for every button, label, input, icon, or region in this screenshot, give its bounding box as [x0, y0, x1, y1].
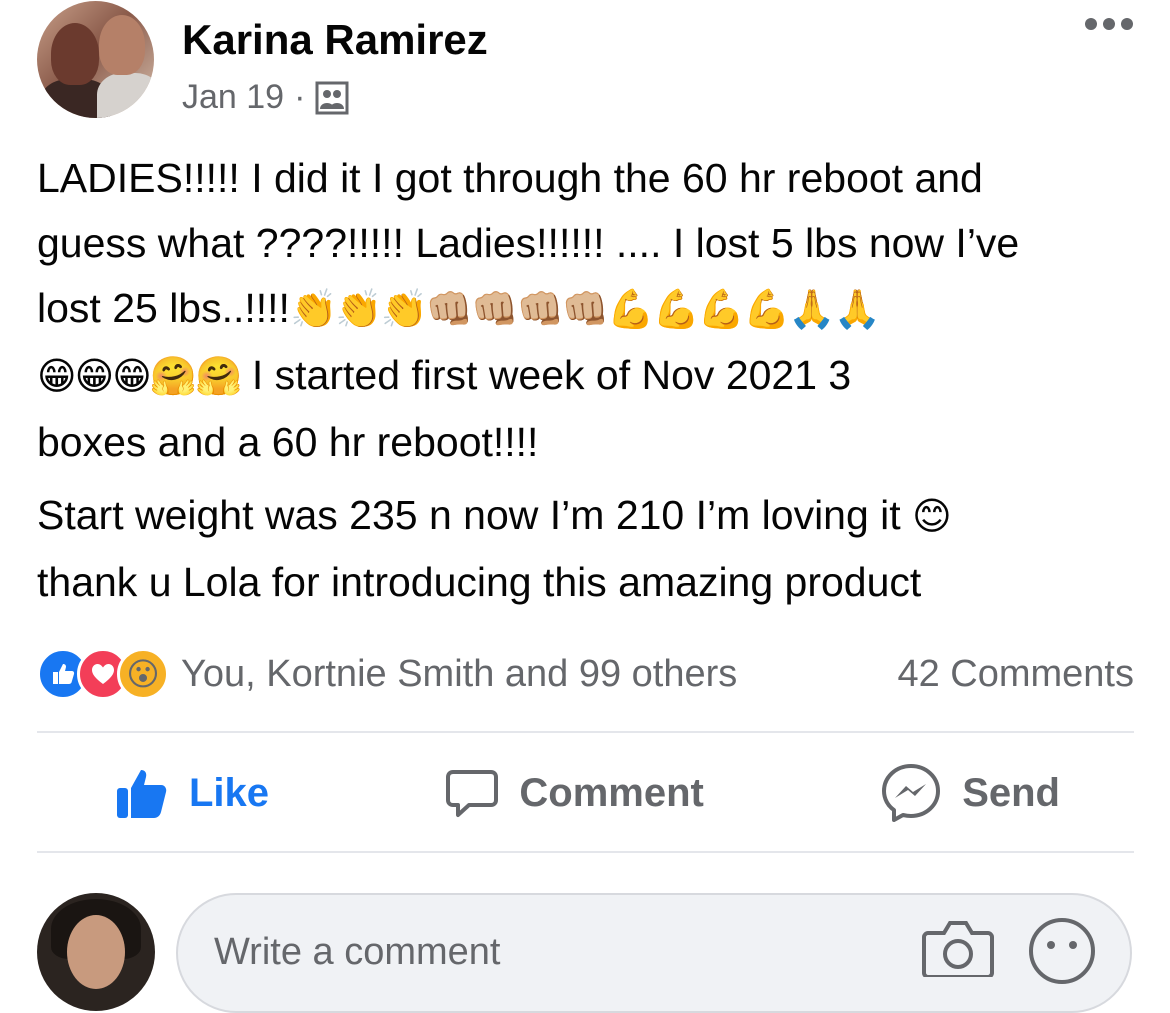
post-line: boxes and a 60 hr reboot!!!! [37, 419, 539, 465]
emoji-sequence: 😊 [912, 496, 952, 538]
meta-separator: · [294, 78, 306, 116]
post-body: LADIES!!!!! I did it I got through the 6… [37, 146, 1137, 615]
comment-placeholder: Write a comment [214, 931, 501, 973]
reactions-bar: 😮 You, Kortnie Smith and 99 others 42 Co… [37, 646, 1134, 702]
wow-reaction-icon: 😮 [117, 648, 169, 700]
post-date[interactable]: Jan 19 [182, 78, 284, 117]
current-user-avatar[interactable] [37, 893, 155, 1011]
reaction-icons[interactable]: 😮 [37, 648, 169, 700]
camera-icon[interactable] [922, 917, 994, 982]
like-button[interactable]: Like [37, 766, 347, 820]
author-name[interactable]: Karina Ramirez [182, 16, 488, 64]
post-line: Start weight was 235 n now I’m 210 I’m l… [37, 483, 1137, 550]
friends-icon [315, 81, 349, 115]
post-line-text: lost 25 lbs..!!!! [37, 285, 290, 331]
post-line: lost 25 lbs..!!!!👏👏👏👊🏼👊🏼👊🏼👊🏼💪💪💪💪🙏🙏 [37, 276, 1137, 343]
post-line: LADIES!!!!! I did it I got through the 6… [37, 155, 983, 201]
post-line: guess what ????!!!!! Ladies!!!!!! .... I… [37, 220, 1020, 266]
post-meta: Jan 19 · [182, 78, 349, 117]
divider [37, 851, 1134, 853]
comments-count[interactable]: 42 Comments [897, 653, 1134, 696]
comment-icon [445, 766, 499, 820]
post-line-text: I started first week of Nov 2021 3 [240, 352, 852, 398]
send-label: Send [962, 770, 1060, 815]
post-line-text: Start weight was 235 n now I’m 210 I’m l… [37, 492, 913, 538]
comment-button[interactable]: Comment [367, 766, 781, 820]
post-line: 😁😁😁🤗🤗 I started first week of Nov 2021 3 [37, 343, 1137, 410]
more-options-icon[interactable] [1085, 18, 1133, 30]
emoji-sequence: 😁😁😁🤗🤗 [37, 356, 242, 398]
comment-label: Comment [519, 770, 704, 815]
thumbs-up-icon [115, 766, 169, 820]
like-label: Like [189, 770, 270, 815]
divider [37, 731, 1134, 733]
author-avatar[interactable] [37, 1, 154, 118]
messenger-icon [880, 762, 942, 824]
comment-input[interactable]: Write a comment [176, 893, 1132, 1013]
reaction-names[interactable]: You, Kortnie Smith and 99 others [181, 653, 897, 696]
send-button[interactable]: Send [802, 762, 1134, 824]
emoji-sequence: 👏👏👏👊🏼👊🏼👊🏼👊🏼💪💪💪💪🙏🙏 [289, 289, 881, 331]
action-bar: Like Comment Send [37, 734, 1134, 852]
post-line: thank u Lola for introducing this amazin… [37, 559, 922, 605]
emoji-picker-icon[interactable] [1028, 917, 1096, 990]
